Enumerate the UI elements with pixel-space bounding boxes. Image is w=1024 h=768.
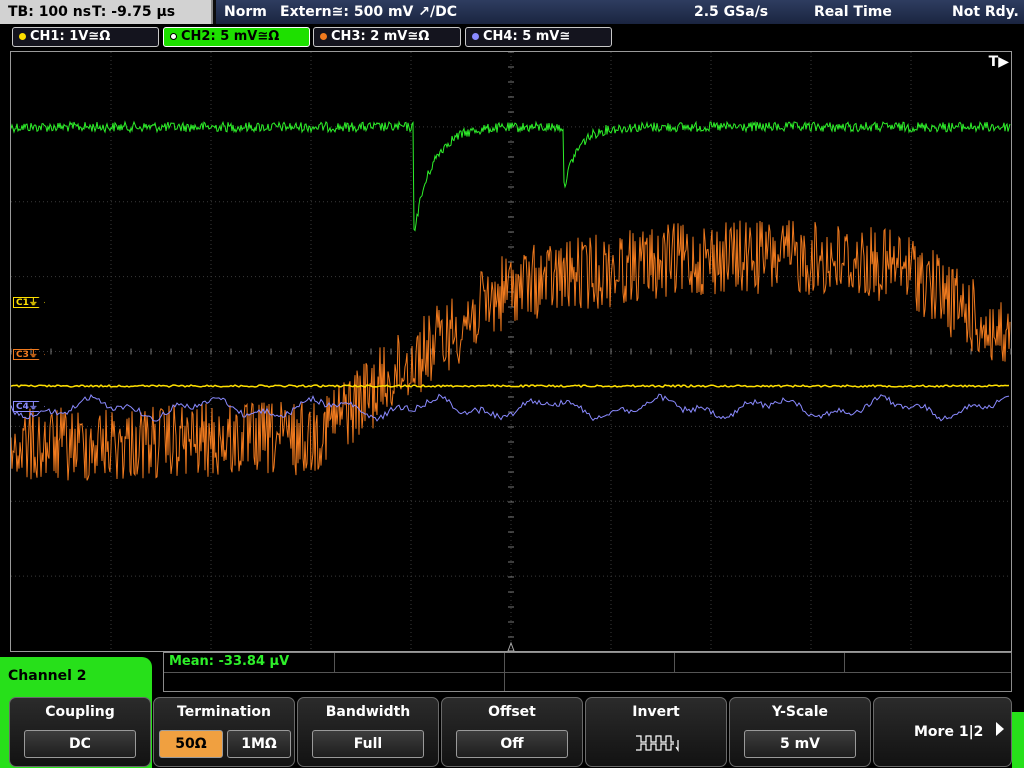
coupling-title: Coupling bbox=[45, 704, 115, 720]
bandwidth-softkey[interactable]: Bandwidth Full bbox=[297, 697, 439, 767]
waveform-canvas bbox=[11, 52, 1011, 651]
termination-1mohm-option[interactable]: 1MΩ bbox=[227, 730, 291, 758]
termination-50ohm-option[interactable]: 50Ω bbox=[159, 730, 223, 758]
channel-2-dot-icon bbox=[170, 33, 177, 40]
termination-softkey[interactable]: Termination 50Ω 1MΩ bbox=[153, 697, 295, 767]
acquisition-status-bar: Norm Extern≅: 500 mV ↗/DC 2.5 GSa/s Real… bbox=[216, 0, 1024, 24]
next-page-arrow-icon bbox=[996, 722, 1004, 736]
timebase-panel[interactable]: TB: 100 ns T: -9.75 µs bbox=[0, 0, 213, 24]
channel-3-dot-icon bbox=[320, 33, 327, 40]
channel-1-trace bbox=[11, 384, 1010, 389]
channel-1-offset-marker[interactable]: C1⏚ bbox=[13, 297, 45, 308]
tab-channel-4[interactable]: CH4: 5 mV≅ bbox=[465, 27, 612, 47]
waveform-display[interactable]: T▶ C1⏚ C3⏚ C4⏚ bbox=[10, 51, 1012, 652]
channel-4-dot-icon bbox=[472, 33, 479, 40]
offset-title: Offset bbox=[488, 704, 536, 720]
mean-measurement: Mean: -33.84 µV bbox=[169, 654, 290, 669]
invert-waveform-icon bbox=[636, 735, 679, 752]
trigger-time-label: T: -9.75 µs bbox=[92, 4, 176, 20]
bandwidth-value[interactable]: Full bbox=[312, 730, 424, 758]
sample-rate-label: 2.5 GSa/s bbox=[694, 4, 769, 20]
measurement-panel bbox=[163, 652, 1012, 692]
tab-channel-1[interactable]: CH1: 1V≅Ω bbox=[12, 27, 159, 47]
channel-2-label: CH2: 5 mV≅Ω bbox=[181, 29, 280, 44]
invert-softkey[interactable]: Invert bbox=[585, 697, 727, 767]
trigger-source-label[interactable]: Extern≅: 500 mV ↗/DC bbox=[280, 0, 457, 24]
trigger-marker-icon[interactable]: T▶ bbox=[989, 54, 1009, 70]
menu-accent-strip bbox=[1012, 712, 1024, 768]
timebase-label: TB: 100 ns bbox=[8, 4, 92, 20]
more-label: More 1|2 bbox=[914, 724, 984, 740]
y-scale-value[interactable]: 5 mV bbox=[744, 730, 856, 758]
channel-4-offset-marker[interactable]: C4⏚ bbox=[13, 401, 45, 412]
channel-4-trace bbox=[11, 393, 1010, 422]
channel-menu-title: Channel 2 bbox=[8, 668, 87, 684]
offset-value[interactable]: Off bbox=[456, 730, 568, 758]
termination-title: Termination bbox=[177, 704, 271, 720]
tab-channel-3[interactable]: CH3: 2 mV≅Ω bbox=[313, 27, 461, 47]
trigger-mode-label[interactable]: Norm bbox=[224, 0, 267, 24]
channel-3-offset-marker[interactable]: C3⏚ bbox=[13, 349, 45, 360]
bandwidth-title: Bandwidth bbox=[325, 704, 411, 720]
more-softkey[interactable]: More 1|2 bbox=[873, 697, 1012, 767]
channel-4-label: CH4: 5 mV≅ bbox=[483, 29, 571, 44]
channel-3-label: CH3: 2 mV≅Ω bbox=[331, 29, 430, 44]
y-scale-title: Y-Scale bbox=[771, 704, 828, 720]
channel-1-label: CH1: 1V≅Ω bbox=[30, 29, 111, 44]
y-scale-softkey[interactable]: Y-Scale 5 mV bbox=[729, 697, 871, 767]
trigger-position-marker-icon bbox=[507, 641, 515, 651]
invert-title: Invert bbox=[632, 704, 680, 720]
channel-1-dot-icon bbox=[19, 33, 26, 40]
acquisition-mode-label: Real Time bbox=[814, 4, 892, 20]
tab-channel-2[interactable]: CH2: 5 mV≅Ω bbox=[163, 27, 310, 47]
coupling-value[interactable]: DC bbox=[24, 730, 136, 758]
offset-softkey[interactable]: Offset Off bbox=[441, 697, 583, 767]
coupling-softkey[interactable]: Coupling DC bbox=[9, 697, 151, 767]
trigger-status-label: Not Rdy. bbox=[952, 4, 1019, 20]
